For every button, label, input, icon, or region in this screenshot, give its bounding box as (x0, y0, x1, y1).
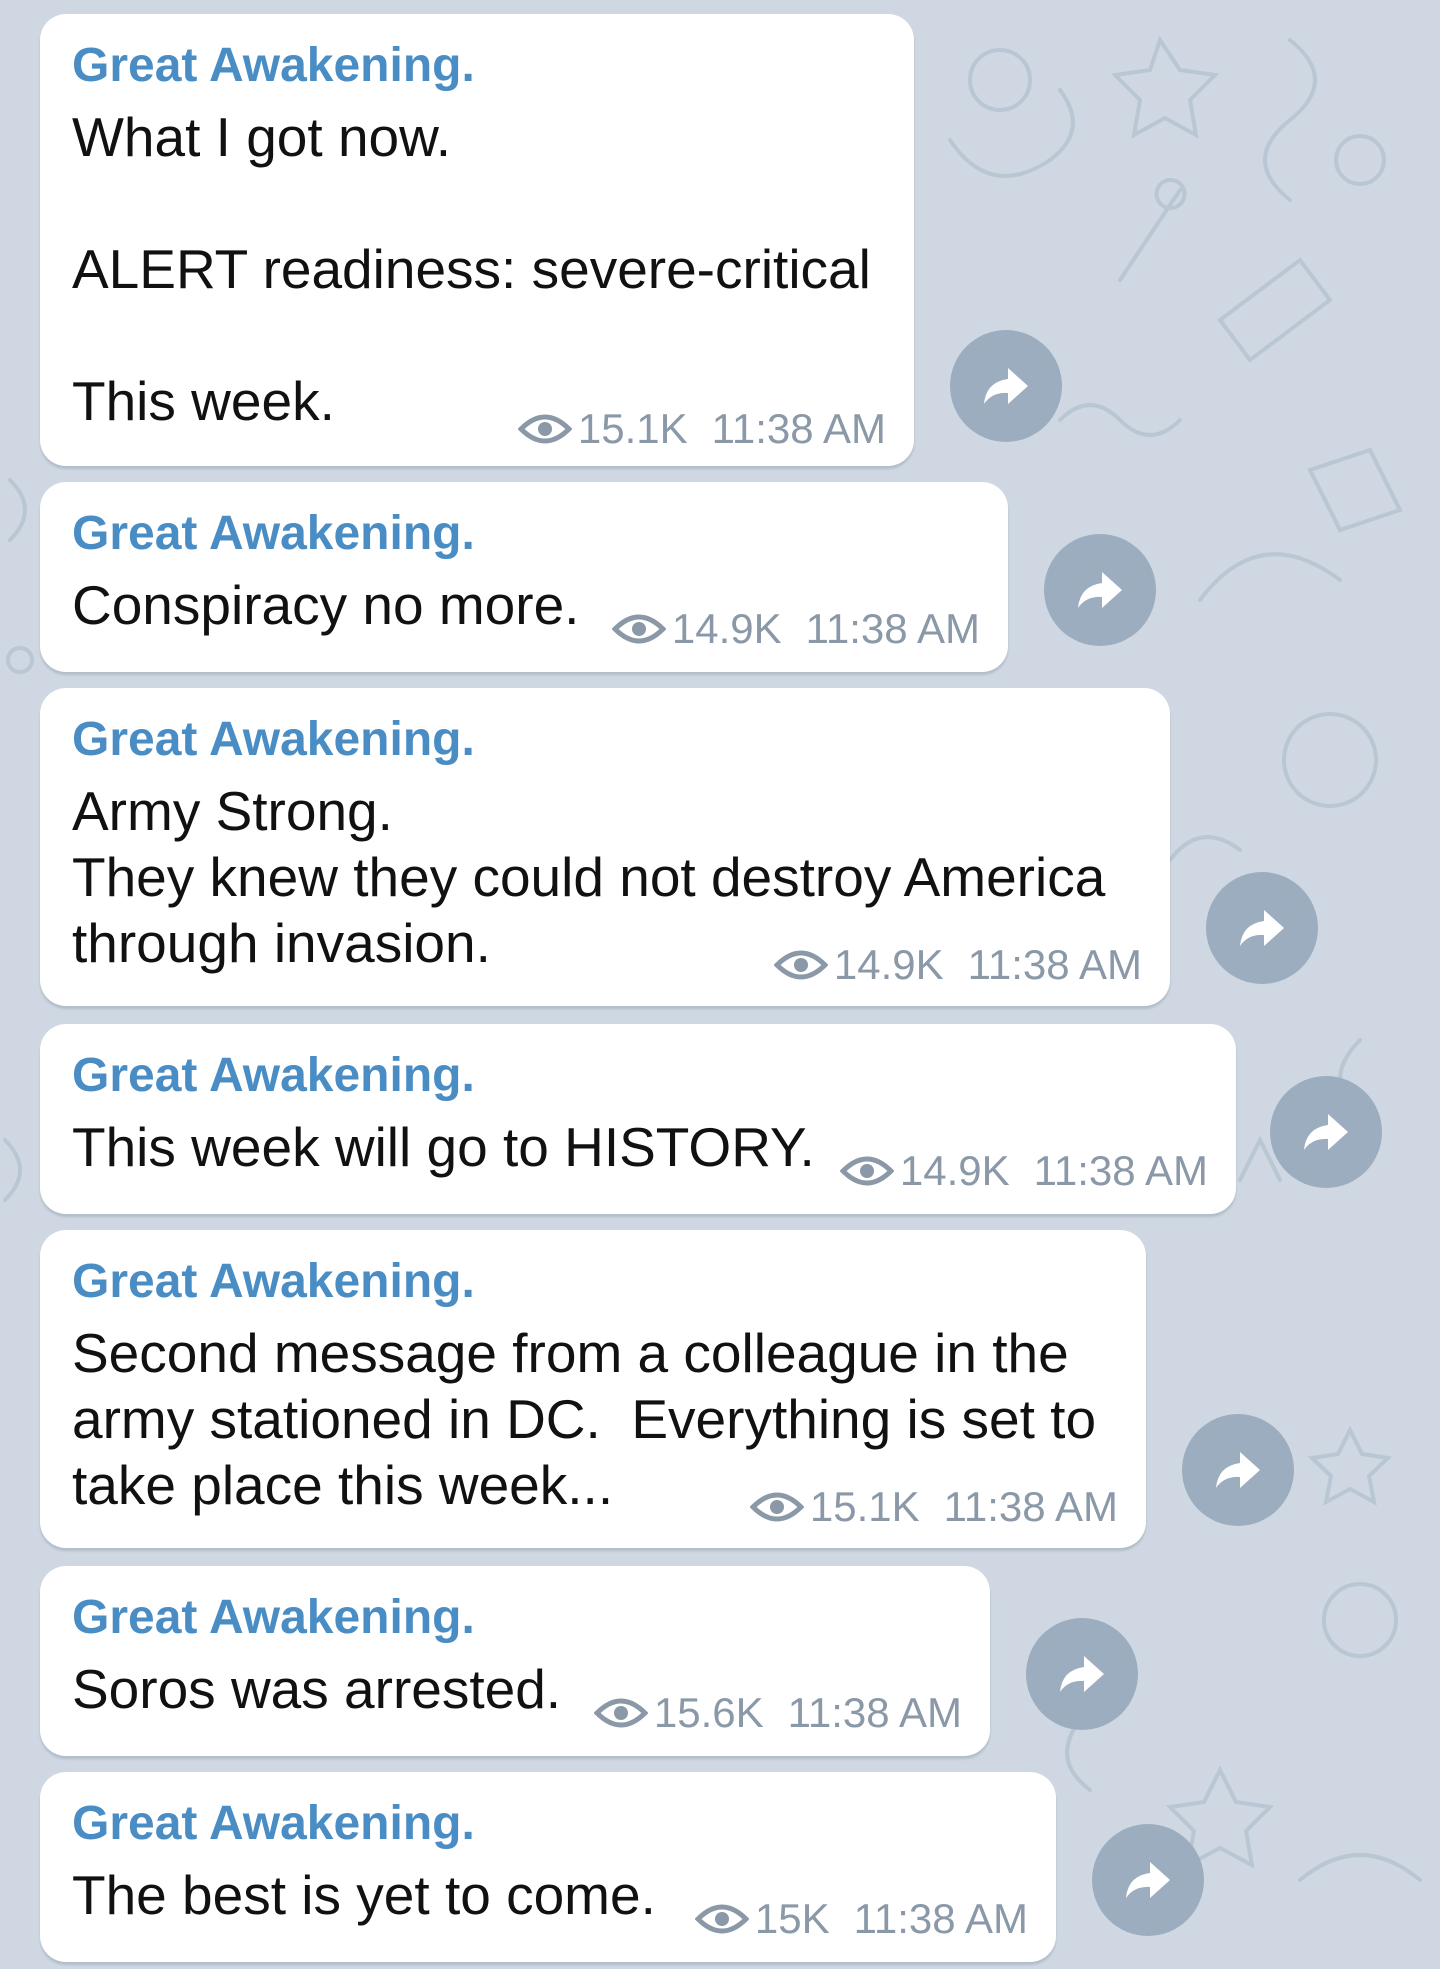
message-time: 11:38 AM (853, 1895, 1028, 1942)
message-text: What I got now. ALERT readiness: severe-… (72, 106, 871, 432)
eye-icon (611, 614, 666, 644)
sender-name[interactable]: Great Awakening. (72, 1048, 1210, 1104)
view-count: 15.1K (809, 1483, 920, 1530)
eye-icon (593, 1698, 648, 1728)
message-bubble[interactable]: Great Awakening. Army Strong. They knew … (40, 688, 1170, 1006)
share-button[interactable] (1026, 1618, 1138, 1730)
eye-icon (694, 1904, 749, 1934)
share-button[interactable] (950, 330, 1062, 442)
view-count: 15K (754, 1895, 830, 1942)
share-button[interactable] (1270, 1076, 1382, 1188)
message-time: 11:38 AM (967, 941, 1142, 988)
message-time: 11:38 AM (787, 1689, 962, 1736)
view-count: 14.9K (833, 941, 944, 988)
sender-name[interactable]: Great Awakening. (72, 712, 1144, 768)
view-count: 14.9K (899, 1147, 1010, 1194)
share-button[interactable] (1206, 872, 1318, 984)
eye-icon (749, 1492, 804, 1522)
message-time: 11:38 AM (943, 1483, 1118, 1530)
share-arrow-icon (1078, 572, 1122, 608)
view-count: 14.9K (671, 605, 782, 652)
share-arrow-icon (1126, 1862, 1170, 1898)
share-arrow-icon (984, 368, 1028, 404)
message-meta: 14.9K 11:38 AM (839, 1147, 1208, 1194)
share-arrow-icon (1240, 910, 1284, 946)
message-bubble[interactable]: Great Awakening. This week will go to HI… (40, 1024, 1236, 1214)
share-button[interactable] (1092, 1824, 1204, 1936)
share-button[interactable] (1044, 534, 1156, 646)
message-meta: 14.9K 11:38 AM (611, 605, 980, 652)
sender-name[interactable]: Great Awakening. (72, 1796, 1030, 1852)
message-meta: 15.1K 11:38 AM (517, 405, 886, 452)
sender-name[interactable]: Great Awakening. (72, 506, 982, 562)
message-meta: 15.1K 11:38 AM (749, 1483, 1118, 1530)
share-arrow-icon (1060, 1656, 1104, 1692)
sender-name[interactable]: Great Awakening. (72, 38, 888, 94)
message-time: 11:38 AM (1033, 1147, 1208, 1194)
message-bubble[interactable]: Great Awakening. Conspiracy no more. 14.… (40, 482, 1008, 672)
view-count: 15.1K (577, 405, 688, 452)
message-bubble[interactable]: Great Awakening. The best is yet to come… (40, 1772, 1056, 1962)
message-list[interactable]: Great Awakening. What I got now. ALERT r… (0, 0, 1440, 1969)
share-button[interactable] (1182, 1414, 1294, 1526)
message-meta: 15K 11:38 AM (694, 1895, 1028, 1942)
share-arrow-icon (1304, 1114, 1348, 1150)
message-bubble[interactable]: Great Awakening. What I got now. ALERT r… (40, 14, 914, 466)
sender-name[interactable]: Great Awakening. (72, 1254, 1120, 1310)
message-meta: 14.9K 11:38 AM (773, 941, 1142, 988)
eye-icon (839, 1156, 894, 1186)
eye-icon (517, 414, 572, 444)
message-time: 11:38 AM (805, 605, 980, 652)
message-time: 11:38 AM (711, 405, 886, 452)
message-meta: 15.6K 11:38 AM (593, 1689, 962, 1736)
share-arrow-icon (1216, 1452, 1260, 1488)
message-bubble[interactable]: Great Awakening. Second message from a c… (40, 1230, 1146, 1548)
sender-name[interactable]: Great Awakening. (72, 1590, 964, 1646)
message-bubble[interactable]: Great Awakening. Soros was arrested. 15.… (40, 1566, 990, 1756)
eye-icon (773, 950, 828, 980)
view-count: 15.6K (653, 1689, 764, 1736)
